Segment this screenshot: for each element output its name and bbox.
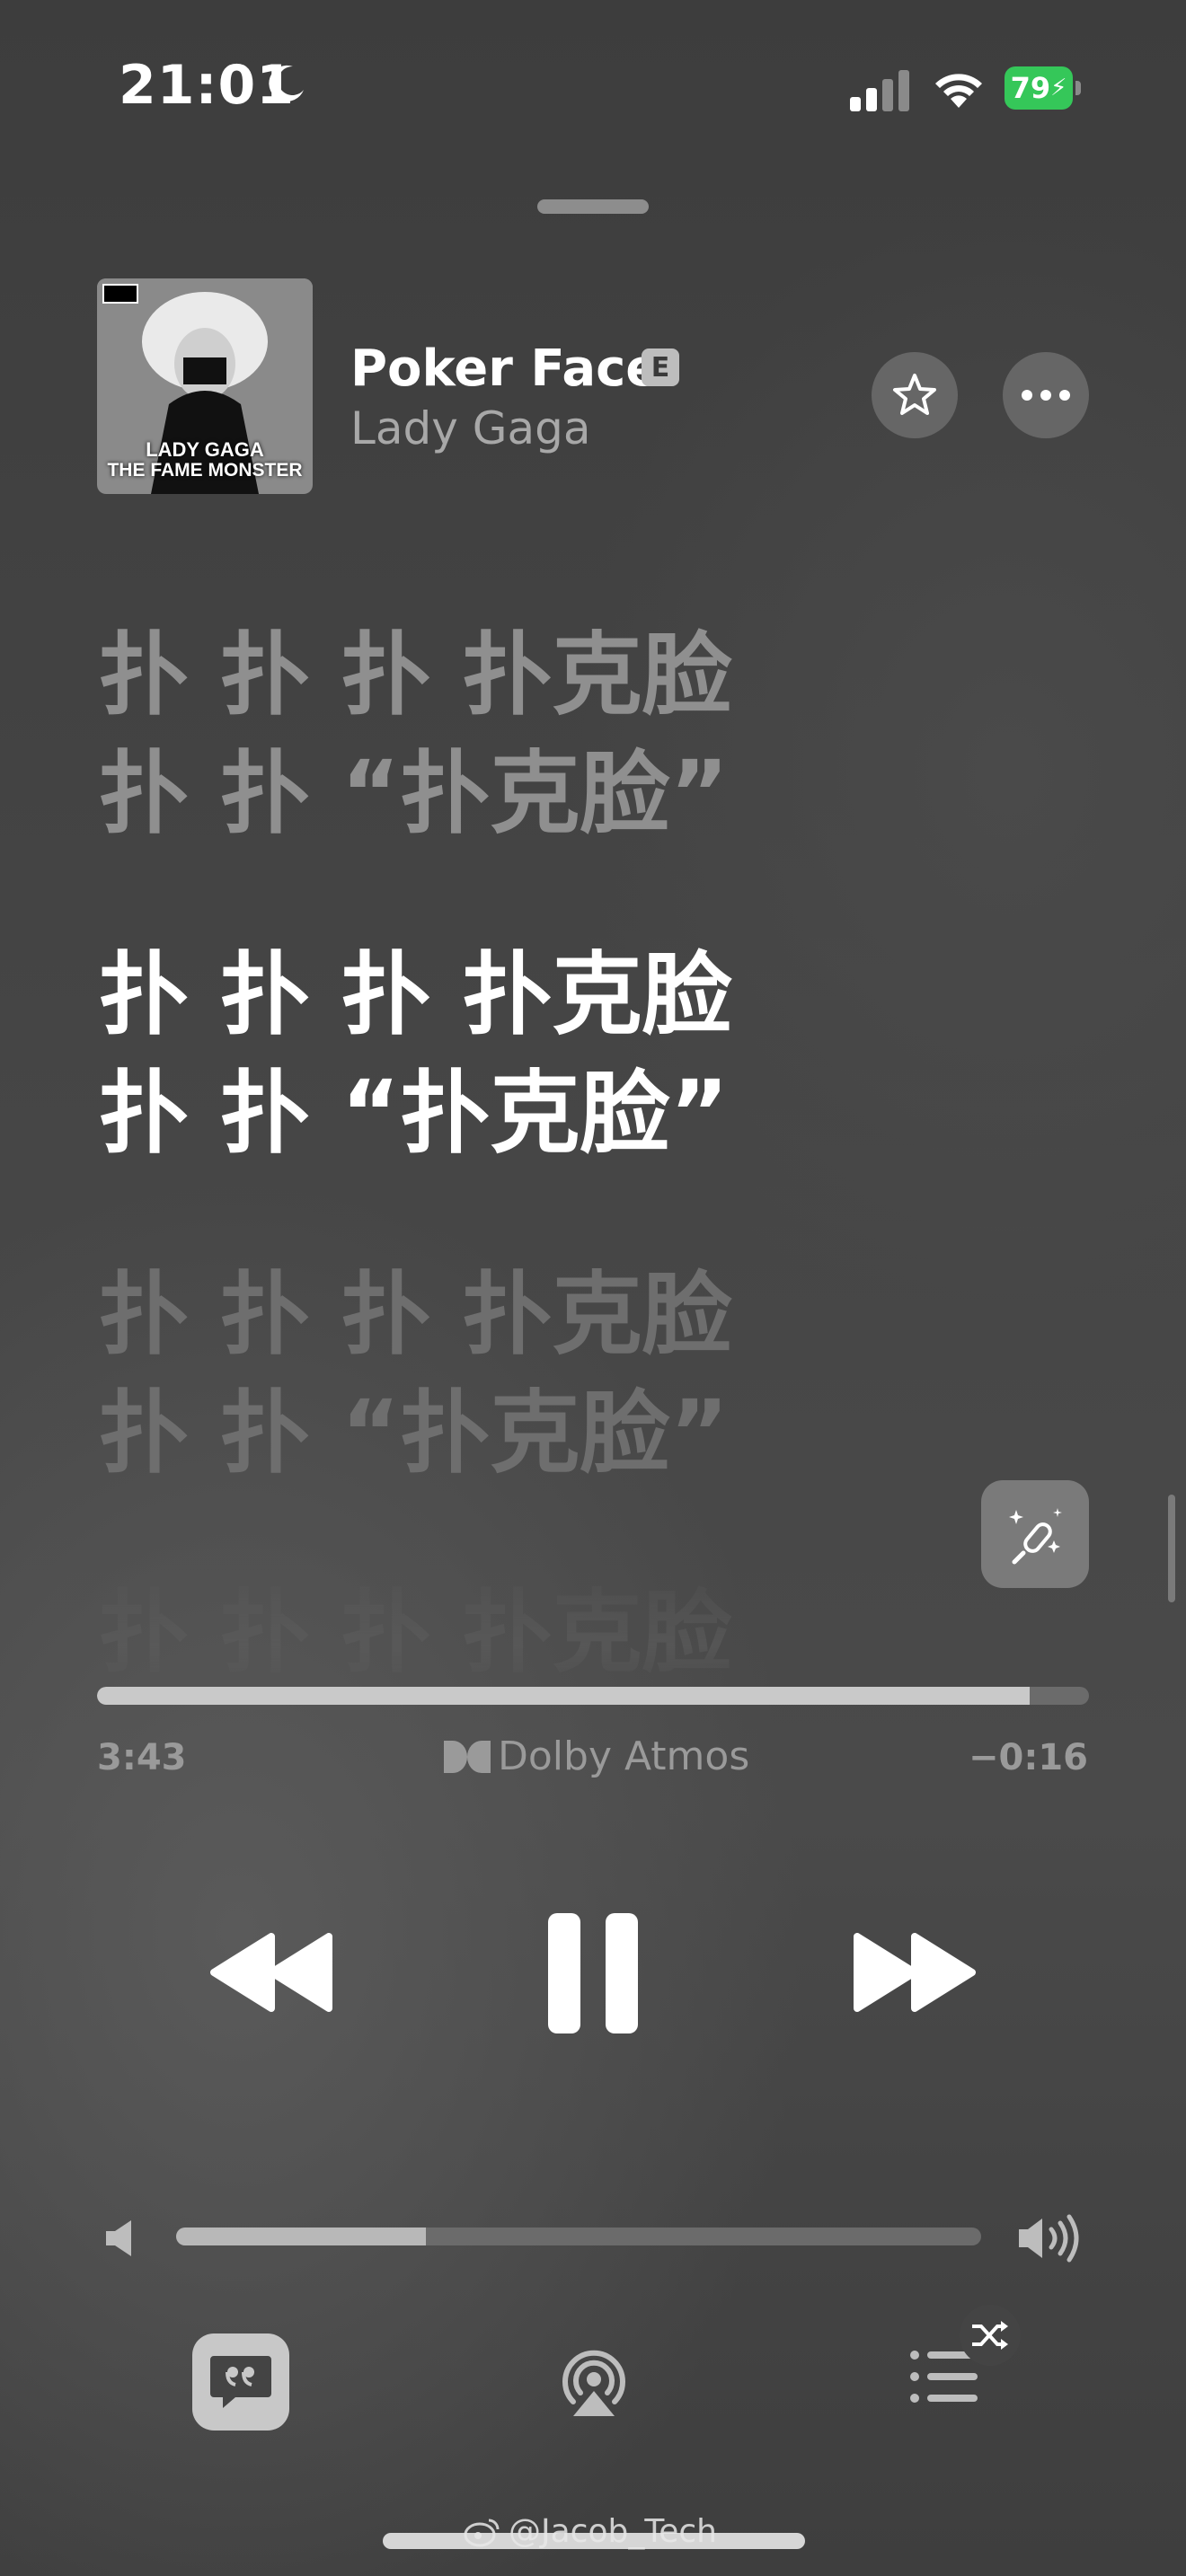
lyric-line[interactable]: 扑 扑 扑 扑克脸 <box>99 1572 731 1694</box>
favorite-button[interactable] <box>872 352 958 438</box>
lyric-line-current[interactable]: 扑 扑 “扑克脸” <box>99 1053 729 1175</box>
elapsed-time: 3:43 <box>97 1737 187 1778</box>
speaker-high-icon <box>1019 2214 1079 2263</box>
album-art-title: THE FAME MONSTER <box>107 460 303 481</box>
dolby-atmos-badge[interactable]: Dolby Atmos <box>444 1734 749 1779</box>
remaining-time: −0:16 <box>969 1737 1089 1778</box>
ellipsis-icon <box>1022 390 1070 401</box>
weibo-logo-icon <box>464 2519 500 2546</box>
playback-progress-fill <box>97 1687 1030 1705</box>
wifi-icon <box>935 74 982 108</box>
album-artwork[interactable]: LADY GAGA THE FAME MONSTER <box>97 278 313 494</box>
shuffle-indicator <box>960 2305 1021 2366</box>
scroll-indicator <box>1168 1495 1175 1602</box>
cellular-signal-icon <box>850 70 909 111</box>
fast-forward-button[interactable] <box>852 1933 978 2012</box>
more-button[interactable] <box>1003 352 1089 438</box>
lyric-line-current[interactable]: 扑 扑 扑 扑克脸 <box>99 934 731 1056</box>
watermark-text: @Jacob_Tech <box>509 2513 717 2550</box>
song-title[interactable]: Poker Face <box>350 340 659 398</box>
sing-button[interactable] <box>981 1480 1089 1588</box>
lyrics-quote-icon <box>210 2356 271 2408</box>
explicit-badge: E <box>642 348 679 386</box>
shuffle-icon <box>972 2321 1008 2350</box>
watermark: @Jacob_Tech <box>464 2513 717 2550</box>
rewind-button[interactable] <box>208 1933 334 2012</box>
audio-format-label: Dolby Atmos <box>498 1734 750 1779</box>
album-art-artist: LADY GAGA <box>146 438 264 461</box>
speaker-low-icon <box>106 2220 131 2256</box>
lyric-line[interactable]: 扑 扑 扑 扑克脸 <box>99 614 731 737</box>
moon-icon <box>269 65 304 101</box>
volume-level-fill <box>176 2228 426 2245</box>
pause-button[interactable] <box>546 1911 640 2035</box>
playback-scrubber[interactable] <box>97 1687 1089 1705</box>
sheet-grabber[interactable] <box>537 199 649 214</box>
dolby-icon <box>444 1740 491 1773</box>
microphone-sparkle-icon <box>1009 1508 1062 1565</box>
artist-name[interactable]: Lady Gaga <box>350 402 590 454</box>
star-icon <box>893 374 936 415</box>
battery-indicator: 79 ⚡ <box>1005 66 1082 111</box>
airplay-button[interactable] <box>553 2339 634 2420</box>
lyrics-button[interactable] <box>192 2333 289 2430</box>
lyric-line[interactable]: 扑 扑 “扑克脸” <box>99 1372 729 1495</box>
volume-slider[interactable] <box>176 2228 981 2245</box>
lyric-line[interactable]: 扑 扑 “扑克脸” <box>99 733 729 855</box>
lyric-line[interactable]: 扑 扑 扑 扑克脸 <box>99 1254 731 1376</box>
battery-level: 79 <box>1010 71 1051 105</box>
